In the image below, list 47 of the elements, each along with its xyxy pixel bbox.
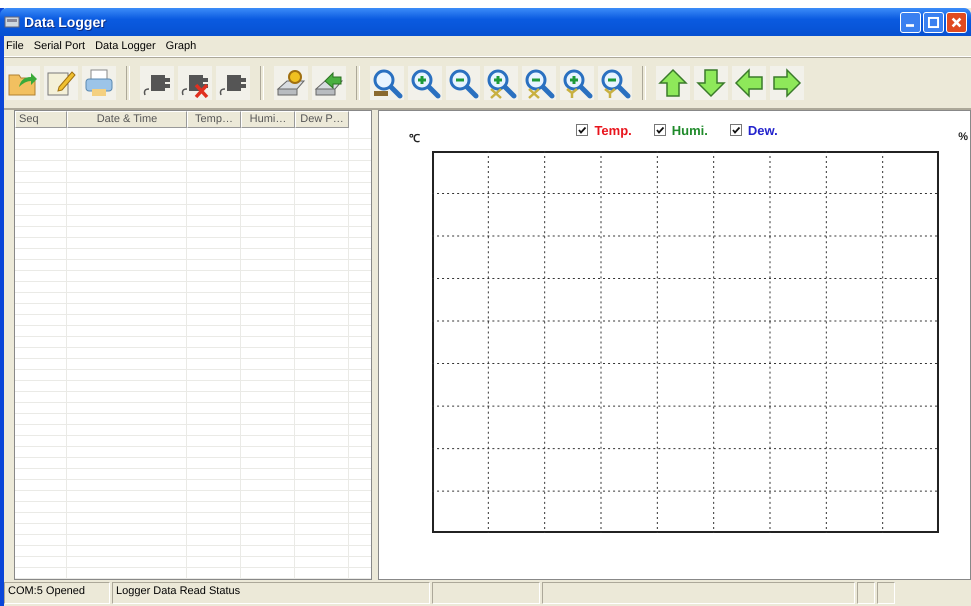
checkmark-icon (730, 125, 741, 135)
connector-icon[interactable] (140, 66, 174, 100)
minimize-icon (906, 24, 914, 26)
left-arrow-icon[interactable] (732, 66, 766, 100)
zoom-in-x-icon[interactable] (484, 66, 518, 100)
menu-item[interactable]: File (6, 40, 24, 52)
checkmark-icon (654, 125, 665, 135)
close-icon (950, 16, 963, 28)
menu-item[interactable]: Serial Port (34, 40, 86, 52)
column-header[interactable]: Dew P… (295, 111, 349, 128)
zoom-reset-icon[interactable] (370, 66, 404, 100)
zoom-out-icon[interactable] (446, 66, 480, 100)
right-arrow-icon[interactable] (770, 66, 804, 100)
disconnect-icon[interactable] (178, 66, 212, 100)
series-checkbox[interactable]: Temp. (576, 122, 632, 138)
minimize-button[interactable] (900, 12, 921, 32)
column-header[interactable]: Temp… (187, 111, 241, 128)
up-arrow-icon[interactable] (656, 66, 690, 100)
series-checkbox[interactable]: Humi. (654, 122, 708, 138)
plug-icon[interactable] (216, 66, 250, 100)
maximize-icon (927, 16, 940, 28)
status-panel (857, 582, 875, 604)
maximize-button[interactable] (923, 12, 944, 32)
app-icon (4, 14, 20, 30)
menu-item[interactable]: Data Logger (95, 40, 156, 52)
zoom-out-y-icon[interactable] (598, 66, 632, 100)
status-panel (877, 582, 895, 604)
close-button[interactable] (946, 12, 967, 32)
unit-label: ℃ (409, 132, 420, 144)
zoom-in-icon[interactable] (408, 66, 442, 100)
column-header[interactable]: Humi… (241, 111, 295, 128)
zoom-out-x-icon[interactable] (522, 66, 556, 100)
window-title: Data Logger (24, 14, 106, 30)
checkmark-icon (577, 125, 588, 135)
printer-icon[interactable] (82, 66, 116, 100)
series-checkbox[interactable]: Dew. (730, 122, 778, 138)
column-header[interactable]: Seq (15, 111, 67, 128)
status-panel: Logger Data Read Status (112, 582, 430, 604)
menu-item[interactable]: Graph (166, 40, 196, 52)
zoom-in-y-icon[interactable] (560, 66, 594, 100)
drive-export-icon[interactable] (312, 66, 346, 100)
open-folder-icon[interactable] (6, 66, 40, 100)
column-header[interactable]: Date & Time (67, 111, 187, 128)
unit-label: % (958, 131, 968, 143)
down-arrow-icon[interactable] (694, 66, 728, 100)
status-panel: COM:5 Opened (4, 582, 110, 604)
edit-icon[interactable] (44, 66, 78, 100)
